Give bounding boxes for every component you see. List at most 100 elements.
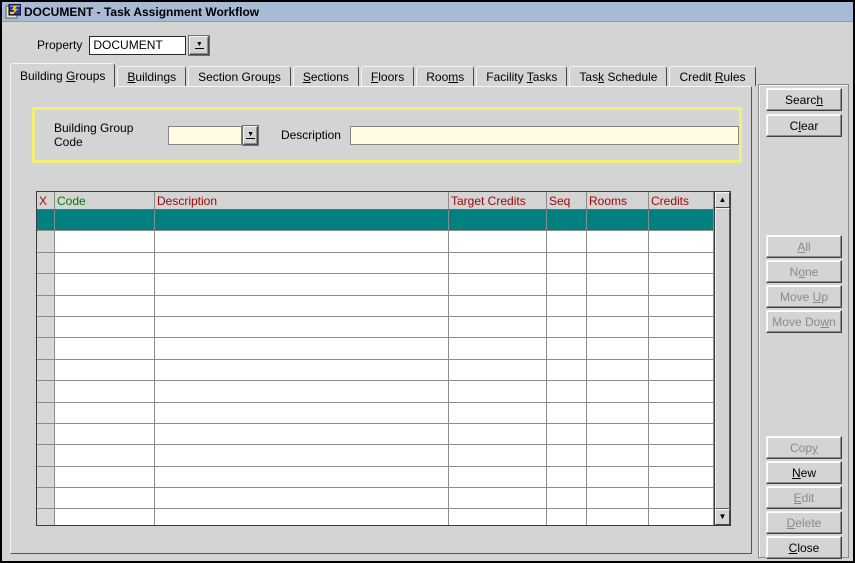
tab-floors[interactable]: Floors: [361, 66, 414, 86]
table-cell: [547, 296, 587, 316]
table-cell: [547, 445, 587, 465]
table-cell: [37, 488, 55, 508]
table-row[interactable]: [37, 403, 714, 424]
table-cell: [547, 338, 587, 358]
table-cell: [55, 467, 155, 487]
column-header-seq[interactable]: Seq: [547, 192, 587, 209]
table-cell: [37, 317, 55, 337]
table-cell: [55, 488, 155, 508]
column-header-rooms[interactable]: Rooms: [587, 192, 649, 209]
table-cell: [155, 231, 449, 251]
scroll-down-arrow-icon: ▼: [719, 513, 727, 521]
column-header-x[interactable]: X: [37, 192, 55, 209]
description-input[interactable]: [350, 126, 739, 145]
move-down-button: Move Down: [766, 310, 842, 333]
table-row[interactable]: [37, 338, 714, 359]
tab-task-schedule[interactable]: Task Schedule: [569, 66, 667, 86]
table-cell: [649, 488, 714, 508]
table-row[interactable]: [37, 445, 714, 466]
table-row[interactable]: [37, 509, 714, 525]
table-cell: [649, 467, 714, 487]
new-button[interactable]: New: [766, 461, 842, 484]
column-header-target-credits[interactable]: Target Credits: [449, 192, 547, 209]
table-cell: [55, 445, 155, 465]
table-cell: [155, 381, 449, 401]
table-cell: [37, 445, 55, 465]
table-cell: [547, 210, 587, 230]
tab-sections[interactable]: Sections: [293, 66, 359, 86]
table-row[interactable]: [37, 424, 714, 445]
property-dropdown-button[interactable]: ▼: [189, 36, 209, 55]
tab-facility-tasks[interactable]: Facility Tasks: [476, 66, 567, 86]
table-row[interactable]: [37, 317, 714, 338]
window-form-icon: [5, 4, 21, 19]
table-cell: [55, 360, 155, 380]
table-cell: [587, 210, 649, 230]
table-cell: [449, 445, 547, 465]
table-cell: [587, 231, 649, 251]
titlebar: DOCUMENT - Task Assignment Workflow: [2, 2, 853, 22]
scroll-up-button[interactable]: ▲: [715, 192, 730, 208]
column-header-credits[interactable]: Credits: [649, 192, 714, 209]
tab-rooms[interactable]: Rooms: [416, 66, 474, 86]
table-row[interactable]: [37, 296, 714, 317]
table-cell: [55, 210, 155, 230]
table-cell: [587, 467, 649, 487]
table-row[interactable]: [37, 210, 714, 231]
scrollbar-thumb[interactable]: [715, 208, 730, 509]
property-input[interactable]: [89, 36, 186, 55]
tab-building-groups[interactable]: Building Groups: [10, 63, 115, 87]
table-scrollbar[interactable]: ▲ ▼: [714, 192, 730, 525]
table-row[interactable]: [37, 274, 714, 295]
clear-button[interactable]: Clear: [766, 114, 842, 137]
table-cell: [155, 210, 449, 230]
table-cell: [649, 253, 714, 273]
table-cell: [37, 381, 55, 401]
table-cell: [37, 424, 55, 444]
table-cell: [587, 381, 649, 401]
table-cell: [55, 338, 155, 358]
table-cell: [587, 317, 649, 337]
table-row[interactable]: [37, 488, 714, 509]
building-group-code-dropdown-button[interactable]: ▼: [243, 126, 258, 145]
table-cell: [449, 231, 547, 251]
table-cell: [587, 360, 649, 380]
tab-section-groups[interactable]: Section Groups: [188, 66, 291, 86]
table-cell: [547, 381, 587, 401]
table-cell: [587, 488, 649, 508]
table-row[interactable]: [37, 360, 714, 381]
tab-buildings[interactable]: Buildings: [117, 66, 186, 86]
dropdown-arrow-icon: ▼: [195, 41, 204, 49]
table-cell: [449, 509, 547, 525]
column-header-code[interactable]: Code: [55, 192, 155, 209]
table-cell: [649, 231, 714, 251]
table-cell: [55, 509, 155, 525]
table-cell: [649, 445, 714, 465]
table-cell: [449, 210, 547, 230]
table-row[interactable]: [37, 381, 714, 402]
building-group-code-input[interactable]: [168, 126, 242, 145]
table-cell: [55, 424, 155, 444]
delete-button: Delete: [766, 511, 842, 534]
table-row[interactable]: [37, 231, 714, 252]
table-cell: [37, 360, 55, 380]
table-cell: [547, 360, 587, 380]
table-row[interactable]: [37, 467, 714, 488]
table-cell: [547, 231, 587, 251]
tab-credit-rules[interactable]: Credit Rules: [669, 66, 755, 86]
table-cell: [587, 403, 649, 423]
scroll-down-button[interactable]: ▼: [715, 509, 730, 525]
table-cell: [155, 296, 449, 316]
table-cell: [55, 317, 155, 337]
table-cell: [155, 253, 449, 273]
table-cell: [55, 381, 155, 401]
table-cell: [587, 296, 649, 316]
search-button[interactable]: Search: [766, 88, 842, 111]
table-grid: XCodeDescriptionTarget CreditsSeqRoomsCr…: [37, 192, 714, 525]
column-header-description[interactable]: Description: [155, 192, 449, 209]
table-cell: [649, 317, 714, 337]
table-row[interactable]: [37, 253, 714, 274]
table-cell: [449, 403, 547, 423]
table-cell: [587, 253, 649, 273]
close-button[interactable]: Close: [766, 536, 842, 559]
